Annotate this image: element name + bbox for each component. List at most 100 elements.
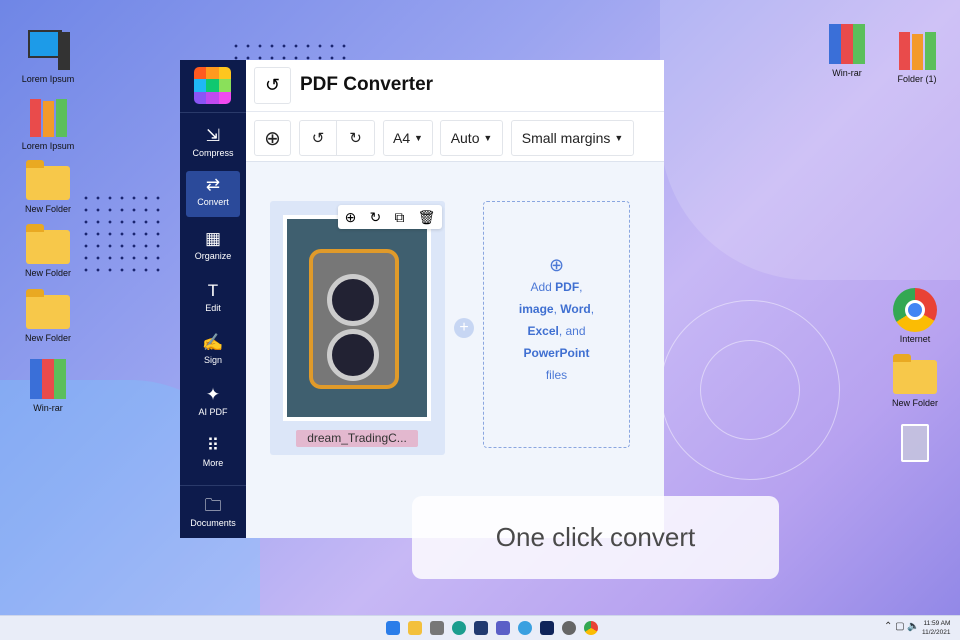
desktop-icon-winrar[interactable]: Win-rar [812,22,882,78]
desktop-icon-label: Internet [899,334,931,344]
zoom-in-icon[interactable]: ⊕ [345,209,357,226]
orientation-value: Auto [450,130,480,146]
sidebar-item-more[interactable]: ⠿ More [186,432,240,478]
desktop-icon-binders[interactable]: Folder (1) [882,28,952,84]
undo-icon: ↺ [264,75,281,95]
desktop-icon-folder[interactable]: New Folder [13,158,83,214]
folder-icon [26,287,70,331]
dots-icon: ⠿ [206,436,220,455]
sidebar-item-documents[interactable]: 🗀 Documents [186,492,240,538]
desktop-icon-winrar[interactable]: Win-rar [13,357,83,413]
trash-icon[interactable]: 🗑 [418,209,436,226]
chrome-icon [893,288,937,332]
binders-icon [26,95,70,139]
drop-text: PowerPoint [523,346,590,360]
pdf-app-icon[interactable] [540,621,554,635]
file-explorer-icon[interactable] [408,621,422,635]
desktop-icon-folder[interactable]: New Folder [13,222,83,278]
caret-down-icon: ▼ [483,133,493,143]
page-size-dropdown[interactable]: A4 ▼ [383,120,433,156]
computer-icon [26,28,70,72]
sidebar-item-edit[interactable]: T Edit [186,277,240,323]
desktop-icon-label: Win-rar [33,403,63,413]
margins-dropdown[interactable]: Small margins ▼ [511,120,634,156]
sidebar-label: Documents [190,518,236,528]
drop-text: PDF [555,280,580,294]
edge-icon[interactable] [452,621,466,635]
desktop-icon-binders[interactable]: Lorem Ipsum [13,95,83,151]
rotate-left-icon: ↺ [311,130,325,147]
sidebar-item-compress[interactable]: ⇲ Compress [186,122,240,168]
plus-circle-icon: ⊕ [548,255,565,275]
teams-icon[interactable] [496,621,510,635]
folder-icon: 🗀 [204,496,222,515]
taskbar: ⌃ ▢ 🔈 11:59 AM 11/2/2021 [0,615,960,640]
sidebar-item-convert[interactable]: ⇄ Convert [186,171,240,217]
page-size-value: A4 [393,130,411,146]
binders-icon [895,28,939,72]
desktop-icon-label: Lorem Ipsum [21,74,75,84]
rotate-right-button[interactable]: ↻ [336,120,375,156]
sidebar-item-organize[interactable]: ▦ Organize [186,225,240,271]
time: 11:59 AM [923,620,951,627]
drop-text: Excel [527,324,559,338]
plus-icon: + [459,319,469,336]
app-logo [194,67,231,104]
header: ↺ PDF Converter [246,60,664,112]
rotate-icon[interactable]: ↻ [370,209,382,226]
bg-dots [80,192,160,272]
pdf-converter-window: ⇲ Compress ⇄ Convert ▦ Organize T Edit ✍ Sign… [180,60,664,538]
duplicate-icon[interactable]: ⧉ [394,209,404,226]
convert-icon: ⇄ [205,175,221,194]
drop-text: , and [558,324,586,338]
back-button[interactable]: ↺ [254,67,291,104]
trash-icon [893,420,937,464]
maps-icon[interactable] [518,621,532,635]
rotate-left-button[interactable]: ↺ [299,120,337,156]
orientation-dropdown[interactable]: Auto ▼ [440,120,503,156]
winrar-icon [26,357,70,401]
file-card[interactable]: ⊕ ↻ ⧉ 🗑 dream_TradingC... [270,201,445,455]
desktop-icon-label: Folder (1) [897,74,937,84]
date: 11/2/2021 [922,629,951,636]
file-thumbnail [283,215,431,421]
rotate-right-icon: ↻ [349,130,362,147]
sidebar-label: AI PDF [198,407,228,417]
desktop-icon-folder[interactable]: New Folder [880,352,950,408]
add-button[interactable]: ⊕ [254,120,291,156]
clock[interactable]: 11:59 AM 11/2/2021 [922,619,950,637]
desktop-icon-computer[interactable]: Lorem Ipsum [13,28,83,84]
sidebar-label: Organize [194,251,232,261]
tray-icons[interactable]: ⌃ ▢ 🔈 [884,621,920,632]
promo-banner: One click convert [412,496,779,579]
settings-icon[interactable] [562,621,576,635]
store-icon[interactable] [474,621,488,635]
bg-dots [230,40,350,60]
drop-text: Add [530,280,552,294]
sidebar-label: Convert [197,197,229,207]
sidebar-item-sign[interactable]: ✍ Sign [186,329,240,375]
sparkle-icon: ✦ [205,385,221,404]
winrar-icon [825,22,869,66]
start-icon[interactable] [386,621,400,635]
file-drop-zone[interactable]: ⊕ Add PDF, image, Word, Excel, and Power… [483,201,630,448]
margins-value: Small margins [521,130,611,146]
sidebar-label: Edit [205,303,221,313]
grid-icon: ▦ [204,229,222,248]
desktop-icon-label: New Folder [24,268,71,278]
recycle-bin[interactable] [880,420,950,466]
page-title: PDF Converter [300,74,434,95]
desktop-icon-chrome[interactable]: Internet [880,288,950,344]
chrome-icon[interactable] [584,621,598,635]
caret-down-icon: ▼ [614,133,624,143]
sidebar-label: Sign [203,355,222,365]
insert-button[interactable]: + [454,318,474,338]
folder-icon [893,352,937,396]
caret-down-icon: ▼ [414,133,423,143]
desktop-icon-folder[interactable]: New Folder [13,287,83,343]
file-name: dream_TradingC... [296,430,418,447]
camera-icon[interactable] [430,621,444,635]
sidebar-label: Compress [192,148,234,158]
sidebar-item-ai-pdf[interactable]: ✦ AI PDF [186,381,240,427]
desktop-icon-label: Win-rar [832,68,862,78]
